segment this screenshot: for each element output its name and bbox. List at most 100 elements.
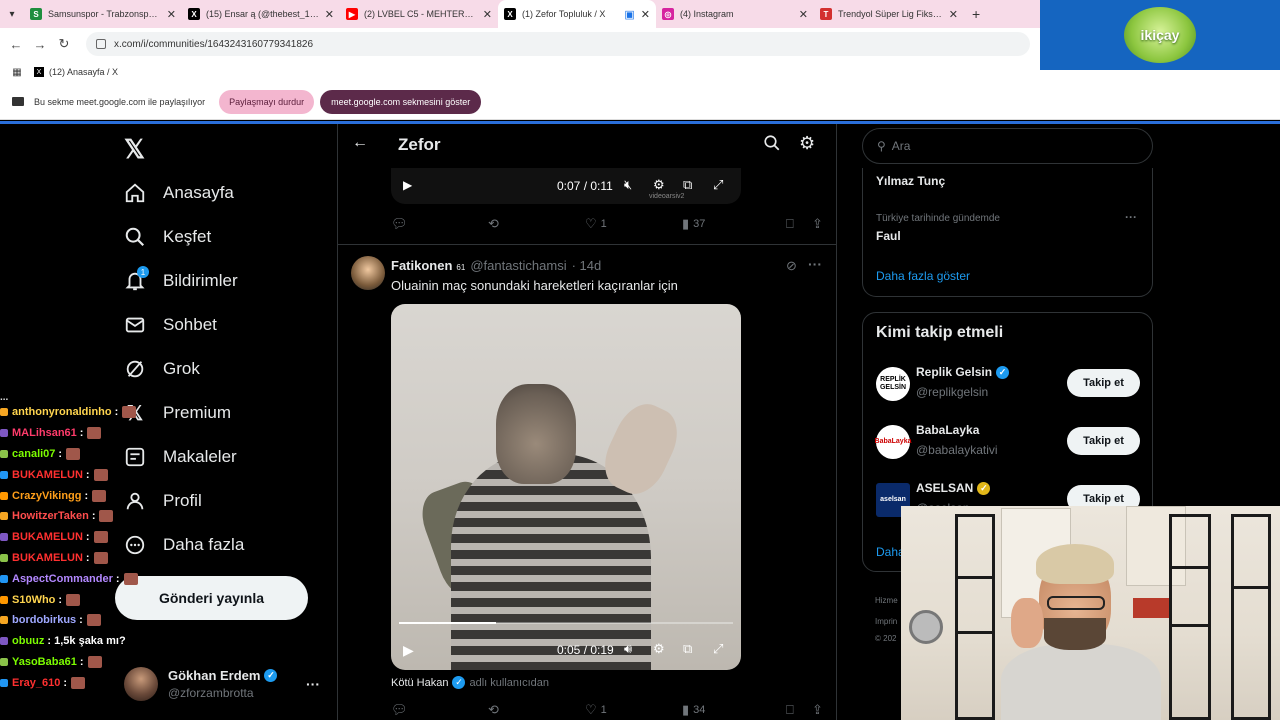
post-timestamp[interactable]: · 14d — [572, 258, 602, 273]
post-author-name[interactable]: Fatikonen — [391, 258, 452, 273]
bookmark-item[interactable]: X (12) Anasayfa / X — [34, 67, 118, 77]
video-credit[interactable]: Kötü Hakan ✓ adlı kullanıcıdan — [391, 676, 549, 689]
credit-name[interactable]: Kötü Hakan — [391, 677, 448, 689]
tab-search-chevron-icon[interactable]: ▾ — [0, 0, 24, 28]
nav-item-explore[interactable]: Keşfet — [124, 226, 211, 248]
play-icon[interactable]: ▶ — [403, 178, 412, 192]
nav-item-grok[interactable]: Grok — [124, 358, 200, 380]
chat-username: anthonyronaldinho — [12, 406, 112, 419]
shelf — [1231, 586, 1271, 589]
bookmark-icon[interactable]: ⎕ — [786, 216, 812, 232]
close-icon[interactable]: ✕ — [641, 8, 650, 21]
settings-gear-icon[interactable]: ⚙ — [653, 641, 665, 657]
search-icon[interactable] — [763, 134, 781, 157]
avatar: BabaLayka — [875, 425, 911, 459]
browser-tab-active[interactable]: X (1) Zefor Topluluk / X ▣ ✕ — [498, 0, 656, 28]
close-icon[interactable]: ✕ — [799, 8, 808, 21]
cast-icon: ▣ — [624, 8, 635, 21]
gear-icon[interactable]: ⚙ — [799, 133, 815, 154]
views-button[interactable]: ▮ 34 — [682, 702, 786, 718]
browser-tab[interactable]: ◎ (4) Instagram ✕ — [656, 0, 814, 28]
close-icon[interactable]: ✕ — [167, 8, 176, 21]
trend-item[interactable]: Faul — [876, 229, 901, 243]
chat-message: : — [79, 655, 84, 668]
chat-line: anthonyronaldinho: — [0, 402, 300, 423]
chat-emote-icon — [87, 655, 102, 668]
browser-tab[interactable]: ▶ (2) LVBEL C5 - MEHTERAN REM ✕ — [340, 0, 498, 28]
more-options-icon[interactable]: ··· — [306, 676, 320, 692]
like-button[interactable]: ♡ 1 — [585, 216, 682, 232]
like-button[interactable]: ♡ 1 — [585, 702, 682, 718]
fullscreen-icon[interactable]: ⤢ — [713, 641, 723, 657]
browser-tab[interactable]: X (15) Ensar ą (@thebest_1967) / X ✕ — [182, 0, 340, 28]
follow-suggestion[interactable]: REPLİK GELSİN Replik Gelsin ✓ @replikgels… — [876, 365, 1141, 405]
follow-button[interactable]: Takip et — [1067, 427, 1140, 455]
fullscreen-icon[interactable]: ⤢ — [713, 177, 723, 193]
stop-sharing-button[interactable]: Paylaşmayı durdur — [219, 89, 315, 114]
nav-item-notifications[interactable]: 1 Bildirimler — [124, 266, 238, 292]
show-more-link[interactable]: Daha fazla göster — [876, 269, 970, 283]
streamer-hair — [1036, 544, 1114, 584]
back-arrow-icon[interactable]: ← — [4, 37, 28, 52]
chat-emote-icon — [92, 489, 107, 502]
show-meet-tab-button[interactable]: meet.google.com sekmesini göster — [320, 89, 482, 114]
settings-gear-icon[interactable]: ⚙ — [653, 177, 665, 193]
video-player[interactable]: ▶ 0:07 / 0:11 🔇︎ ⚙ ⧉ ⤢ videoarsiv2 — [391, 168, 741, 204]
shelf — [1231, 514, 1271, 720]
site-info-icon[interactable] — [96, 39, 106, 49]
reply-icon[interactable]: 💬︎ — [391, 702, 488, 718]
volume-icon[interactable]: 🔊︎ — [624, 641, 632, 657]
more-options-icon[interactable]: ··· — [808, 256, 822, 272]
chat-emote-icon — [122, 406, 137, 419]
browser-tab[interactable]: S Samsunspor - Trabzonspor canlı ✕ — [24, 0, 182, 28]
video-player[interactable]: ▶ 0:05 / 0:19 🔊︎ ⚙ ⧉ ⤢ — [391, 304, 741, 670]
search-input[interactable]: ⚲ Ara — [862, 128, 1153, 164]
avatar[interactable] — [351, 256, 385, 290]
reply-icon[interactable]: 💬︎ — [391, 216, 488, 232]
chat-badge-icon — [0, 470, 8, 479]
apps-grid-icon[interactable]: ▦ — [0, 67, 34, 78]
share-icon[interactable]: ⇪ — [812, 216, 827, 232]
like-count: 1 — [600, 704, 607, 716]
play-icon[interactable]: ▶ — [403, 642, 414, 659]
follow-button[interactable]: Takip et — [1067, 369, 1140, 397]
back-arrow-icon[interactable]: ← — [352, 134, 368, 152]
chat-emote-icon — [66, 593, 81, 606]
url-field[interactable]: x.com/i/communities/1643243160779341826 — [86, 32, 1030, 56]
follow-suggestion[interactable]: BabaLayka BabaLayka @babalaykativi Takip… — [875, 423, 1141, 463]
post-author-handle[interactable]: @fantastichamsi — [470, 258, 566, 273]
streamer-beard — [1044, 618, 1106, 650]
grok-icon[interactable]: ⊘ — [786, 258, 797, 274]
heart-icon: ♡ — [585, 702, 597, 717]
volume-mute-icon[interactable]: 🔇︎ — [624, 177, 632, 193]
nav-item-chat[interactable]: Sohbet — [124, 314, 217, 336]
footer-link[interactable]: Hizme — [875, 596, 898, 605]
forward-arrow-icon[interactable]: → — [28, 37, 52, 52]
nav-item-home[interactable]: Anasayfa — [124, 182, 234, 204]
video-progress-bar[interactable] — [399, 622, 733, 624]
close-icon[interactable]: ✕ — [483, 8, 492, 21]
views-button[interactable]: ▮ 37 — [682, 216, 786, 232]
reload-icon[interactable]: ↻ — [52, 36, 76, 52]
chat-message: : — [84, 489, 89, 502]
chat-line: MALihsan61: — [0, 423, 300, 444]
chat-emote-icon — [87, 427, 102, 440]
footer-link[interactable]: Imprin — [875, 617, 897, 626]
share-icon[interactable]: ⇪ — [812, 702, 827, 718]
more-options-icon[interactable]: ··· — [1125, 210, 1137, 224]
pip-icon[interactable]: ⧉ — [683, 177, 692, 193]
trend-item[interactable]: Yılmaz Tunç — [876, 174, 945, 188]
pip-icon[interactable]: ⧉ — [683, 641, 692, 657]
avatar-logo-text: aselsan — [880, 496, 906, 503]
close-icon[interactable]: ✕ — [949, 8, 958, 21]
tab-sharing-bar: Bu sekme meet.google.com ile paylaşılıyo… — [0, 84, 1280, 120]
new-tab-plus-icon[interactable]: + — [972, 6, 980, 22]
repost-icon[interactable]: ⟲ — [488, 702, 585, 718]
x-logo-icon[interactable]: 𝕏 — [124, 134, 145, 165]
close-icon[interactable]: ✕ — [325, 8, 334, 21]
browser-tab[interactable]: T Trendyol Süper Lig Fikstürü ve P ✕ — [814, 0, 964, 28]
chat-line: BUKAMELUN: — [0, 548, 300, 569]
bookmark-icon[interactable]: ⎕ — [786, 702, 812, 718]
chat-username: CrazyVikingg — [12, 489, 82, 502]
repost-icon[interactable]: ⟲ — [488, 216, 585, 232]
